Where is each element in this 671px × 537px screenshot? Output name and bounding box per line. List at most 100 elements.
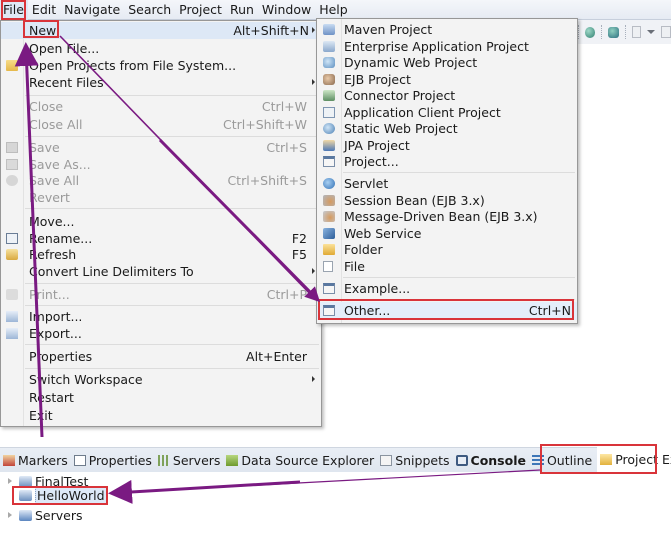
menu-navigate[interactable]: Navigate [60,0,124,20]
new-submenu-item-other[interactable]: Other... Ctrl+N [317,302,577,320]
save-icon [6,142,18,153]
tab-outline[interactable]: Outline [529,448,595,473]
menu-separator [25,136,319,137]
menu-help[interactable]: Help [315,0,352,20]
new-submenu-item-servlet[interactable]: Servlet [317,175,577,192]
menu-file[interactable]: File [0,0,28,20]
dynamic-web-project-icon [323,57,335,68]
new-submenu-item-web-service[interactable]: Web Service [317,225,577,242]
menu-separator [25,95,319,96]
tab-label: Outline [546,452,593,468]
file-menu-item-refresh[interactable]: Refresh F5 [1,246,321,263]
menu-separator [25,208,319,209]
new-submenu-item-dynamic-web-project[interactable]: Dynamic Web Project [317,54,577,71]
new-submenu-item-application-client-project[interactable]: Application Client Project [317,104,577,121]
search-person-icon[interactable] [608,26,619,38]
file-menu-item-export[interactable]: Export... [1,325,321,342]
expand-arrow-icon[interactable] [8,512,12,518]
save-all-icon [6,175,18,186]
menu-separator [343,172,575,173]
new-submenu: Maven Project Enterprise Application Pro… [316,18,578,324]
new-submenu-item-session-bean[interactable]: Session Bean (EJB 3.x) [317,192,577,209]
file-menu-item-restart[interactable]: Restart [1,389,321,406]
file-menu-item-new[interactable]: New Alt+Shift+N [1,22,321,39]
menu-help-label: Help [319,1,348,17]
file-menu-item-switch-workspace[interactable]: Switch Workspace [1,371,321,388]
new-submenu-item-maven-project[interactable]: Maven Project [317,21,577,38]
file-menu-item-save-as[interactable]: Save As... [1,156,321,173]
tab-data-source-explorer[interactable]: Data Source Explorer [223,448,377,473]
new-submenu-item-jpa-project[interactable]: JPA Project [317,137,577,154]
new-submenu-item-connector-project[interactable]: Connector Project [317,87,577,104]
console-icon [455,454,468,466]
expand-arrow-placeholder [8,492,12,498]
tab-markers[interactable]: Markers [0,448,71,473]
globe-icon[interactable] [585,26,596,38]
new-submenu-item-enterprise-application-project[interactable]: Enterprise Application Project [317,38,577,55]
dropdown-chevron-icon[interactable] [647,30,656,34]
menu-edit[interactable]: Edit [28,0,60,20]
menu-item-label: Exit [29,408,53,423]
refresh-icon [6,249,18,260]
file-menu-item-close-all[interactable]: Close All Ctrl+Shift+W [1,116,321,133]
menu-search[interactable]: Search [124,0,175,20]
submenu-arrow-icon [312,376,315,382]
menu-item-label: Save All [29,173,80,188]
menu-item-label: New [29,23,57,38]
menu-item-label: Session Bean (EJB 3.x) [344,193,485,208]
file-menu-item-open-projects[interactable]: Open Projects from File System... [1,57,321,74]
file-menu-item-close[interactable]: Close Ctrl+W [1,98,321,115]
maven-project-icon [323,24,335,35]
tree-item-helloworld[interactable]: HelloWorld [8,486,107,504]
tab-project-explorer[interactable]: Project Explorer ⊗ [597,446,671,473]
menubar: File Edit Navigate Search Project Run Wi… [0,0,671,20]
menu-separator [25,283,319,284]
menu-item-label: Other... [344,303,391,318]
next-annotation-icon[interactable] [631,26,642,38]
app-client-project-icon [323,107,335,118]
file-menu-item-exit[interactable]: Exit [1,407,321,424]
menu-run[interactable]: Run [226,0,258,20]
tab-servers[interactable]: Servers [155,448,224,473]
menu-item-label: Connector Project [344,88,456,103]
session-bean-icon [323,195,335,206]
file-menu-item-print[interactable]: Print... Ctrl+P [1,286,321,303]
new-submenu-item-ejb-project[interactable]: EJB Project [317,71,577,88]
expand-arrow-icon[interactable] [8,478,12,484]
toolbar-separator [624,25,626,39]
menu-item-label: Open File... [29,41,100,56]
tree-item-servers[interactable]: Servers [8,506,83,524]
file-menu-item-move[interactable]: Move... [1,213,321,230]
tab-snippets[interactable]: Snippets [377,448,452,473]
menu-window[interactable]: Window [258,0,315,20]
main-toolbar [572,20,671,44]
menu-item-label: Folder [344,242,383,257]
previous-annotation-icon[interactable] [661,26,671,38]
file-menu-item-import[interactable]: Import... [1,308,321,325]
tab-properties[interactable]: Properties [71,448,155,473]
menu-item-label: Export... [29,326,82,341]
connector-project-icon [323,90,335,101]
new-submenu-item-example[interactable]: Example... [317,280,577,297]
toolbar-separator [601,25,603,39]
file-menu-item-rename[interactable]: Rename... F2 [1,230,321,247]
ejb-project-icon [323,74,335,85]
file-menu-item-revert[interactable]: Revert [1,189,321,206]
new-submenu-item-static-web-project[interactable]: Static Web Project [317,120,577,137]
tab-console[interactable]: Console [453,448,529,473]
jpa-project-icon [323,140,335,151]
file-menu-item-save[interactable]: Save Ctrl+S [1,139,321,156]
new-submenu-item-folder[interactable]: Folder [317,241,577,258]
new-submenu-item-message-driven-bean[interactable]: Message-Driven Bean (EJB 3.x) [317,208,577,225]
new-submenu-item-file[interactable]: File [317,258,577,275]
rename-icon [6,233,18,244]
submenu-arrow-icon [312,268,315,274]
file-menu-item-convert-line-delimiters[interactable]: Convert Line Delimiters To [1,263,321,280]
file-menu-item-recent-files[interactable]: Recent Files [1,74,321,91]
other-wizard-icon [323,305,335,316]
file-menu-item-save-all[interactable]: Save All Ctrl+Shift+S [1,172,321,189]
file-menu-item-open-file[interactable]: Open File... [1,40,321,57]
menu-project[interactable]: Project [175,0,226,20]
new-submenu-item-project[interactable]: Project... [317,153,577,170]
file-menu-item-properties[interactable]: Properties Alt+Enter [1,348,321,365]
